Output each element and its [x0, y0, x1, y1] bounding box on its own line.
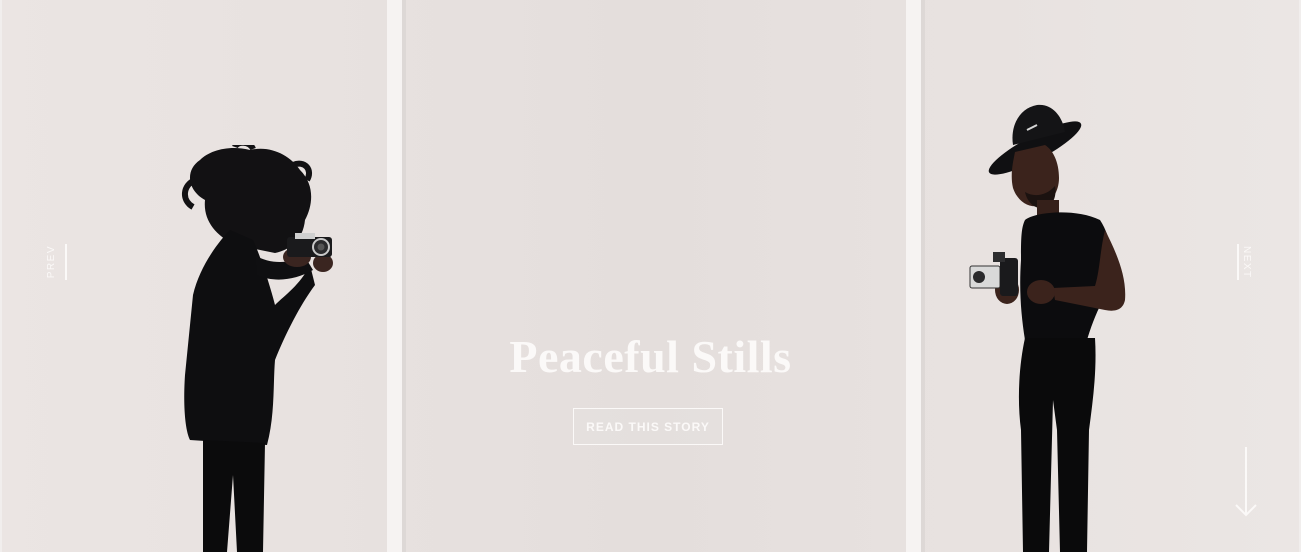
read-story-button[interactable]: READ THIS STORY [573, 408, 723, 445]
prev-slide-button[interactable]: PREV [46, 243, 67, 281]
next-divider [1237, 244, 1239, 280]
next-slide-button[interactable]: NEXT [1237, 243, 1252, 281]
prev-label: PREV [46, 245, 57, 279]
prev-divider [65, 244, 67, 280]
hero-slide: PREV NEXT Peaceful Stills READ THIS STOR… [0, 0, 1301, 552]
hero-title: Peaceful Stills [509, 331, 792, 382]
photographer-man-figure [969, 104, 1126, 552]
wall-seam-shadow-right [921, 0, 925, 552]
frame-edge-left [0, 0, 2, 552]
wall-seam-right [906, 0, 921, 552]
arrow-down-icon[interactable] [1233, 445, 1259, 519]
wall-seam-left [387, 0, 402, 552]
next-label: NEXT [1241, 245, 1252, 279]
wall-seam-shadow-left [402, 0, 406, 552]
